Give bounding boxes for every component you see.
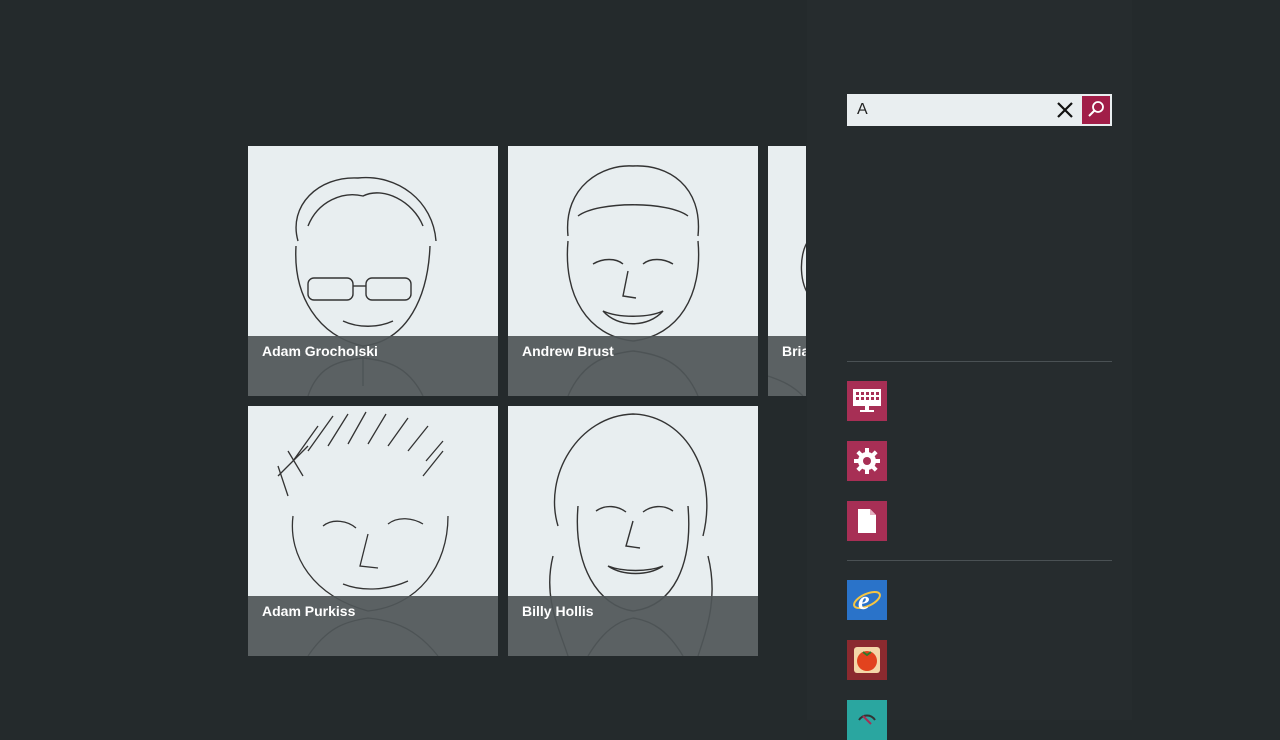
close-icon bbox=[1057, 102, 1073, 118]
person-name: Andrew Brust bbox=[508, 336, 758, 396]
app-settings[interactable] bbox=[847, 441, 887, 481]
person-tile[interactable]: Bria bbox=[768, 146, 806, 396]
pane-edge bbox=[1132, 0, 1280, 575]
clear-search-button[interactable] bbox=[1053, 98, 1077, 122]
document-icon bbox=[858, 509, 876, 533]
internet-explorer-icon: e bbox=[853, 586, 881, 615]
person-tile[interactable]: Andrew Brust bbox=[508, 146, 758, 396]
person-name: Bria bbox=[768, 336, 806, 396]
person-name: Adam Purkiss bbox=[248, 596, 498, 656]
person-name: Adam Grocholski bbox=[248, 336, 498, 396]
teal-app-icon bbox=[858, 714, 876, 725]
search-input[interactable] bbox=[847, 94, 1067, 126]
search-icon bbox=[1088, 101, 1104, 117]
svg-text:e: e bbox=[858, 586, 870, 615]
app-documents[interactable] bbox=[847, 501, 887, 541]
person-name: Billy Hollis bbox=[508, 596, 758, 656]
person-tile[interactable]: Billy Hollis bbox=[508, 406, 758, 656]
app-teal[interactable] bbox=[847, 700, 887, 740]
divider bbox=[847, 361, 1112, 362]
person-tile[interactable]: Adam Grocholski bbox=[248, 146, 498, 396]
person-tile[interactable]: Adam Purkiss bbox=[248, 406, 498, 656]
search-box bbox=[847, 94, 1112, 126]
people-grid: Adam Grocholski Andrew Brust Bria Adam P… bbox=[248, 146, 806, 666]
app-keyboard-display[interactable] bbox=[847, 381, 887, 421]
search-button[interactable] bbox=[1082, 96, 1110, 124]
divider bbox=[847, 560, 1112, 561]
app-tomato[interactable] bbox=[847, 640, 887, 680]
keyboard-display-icon bbox=[853, 389, 881, 412]
search-pane: e bbox=[807, 0, 1132, 740]
tomato-icon bbox=[854, 647, 880, 673]
app-internet-explorer[interactable]: e bbox=[847, 580, 887, 620]
gear-icon bbox=[854, 448, 880, 474]
